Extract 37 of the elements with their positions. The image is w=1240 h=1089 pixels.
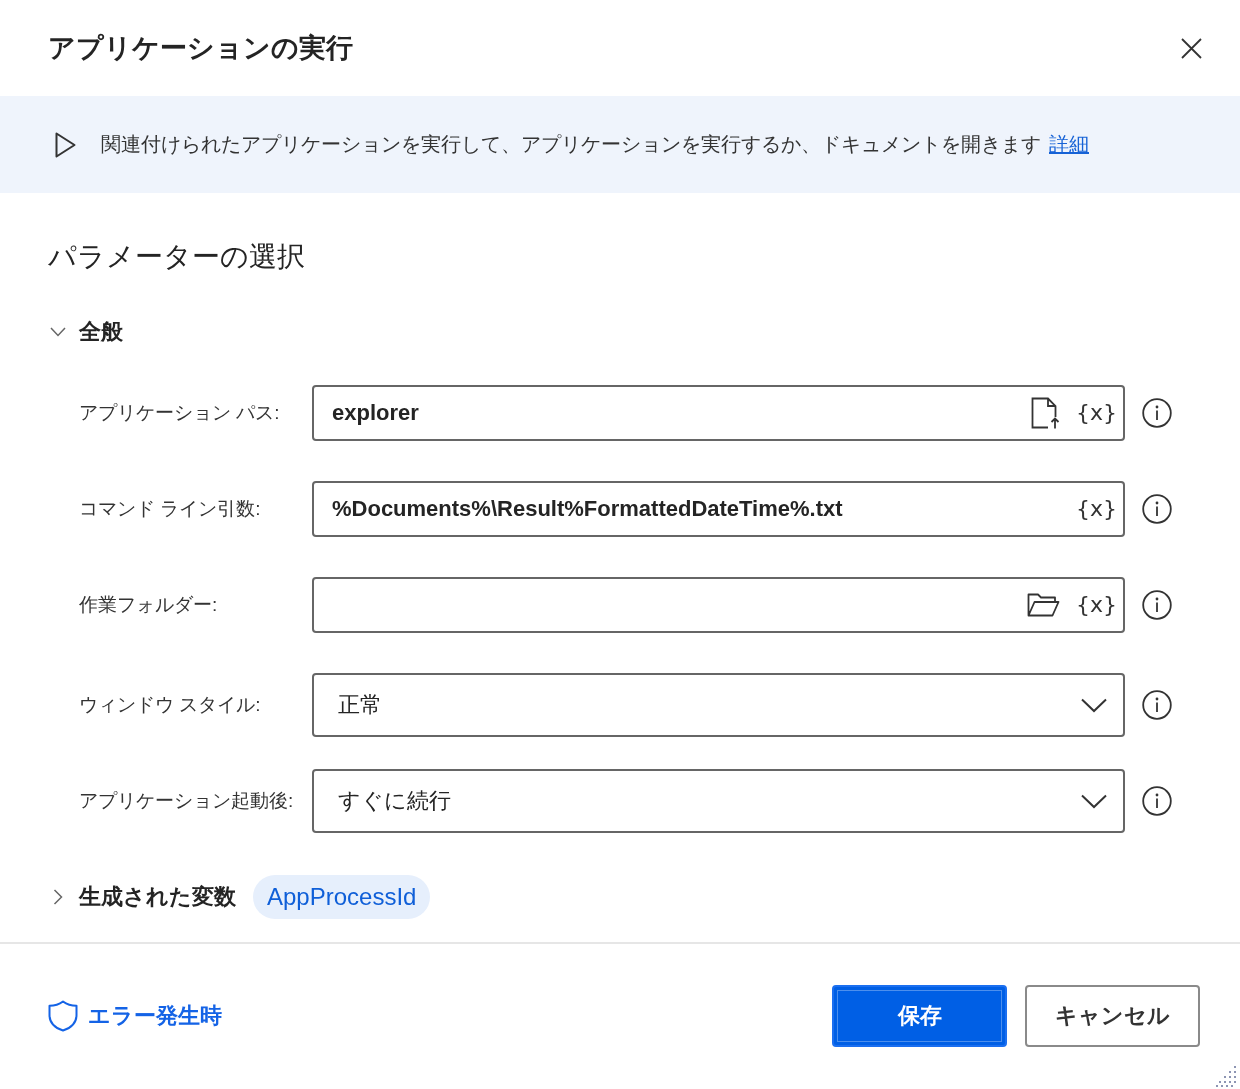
close-icon [1181,37,1202,59]
on-error-link[interactable]: エラー発生時 [48,1000,222,1032]
dialog-title: アプリケーションの実行 [48,32,353,65]
section-toggle[interactable]: 生成された変数 [48,881,236,913]
input-field[interactable]: %Documents%\Result%FormattedDateTime%.txt {x} [312,481,1125,537]
dropdown[interactable]: 正常 [312,673,1125,737]
field-label: アプリケーション起動後: [79,789,295,813]
section-toggle[interactable]: 全般 [48,316,123,348]
input-field[interactable]: explorer {x} [312,385,1125,441]
variable-button[interactable]: {x} [1076,399,1117,427]
field-label: コマンド ライン引数: [79,497,262,521]
info-icon[interactable] [1142,690,1172,720]
variable-button[interactable]: {x} [1076,591,1117,619]
play-icon [55,131,76,158]
field-label: 作業フォルダー: [79,593,219,617]
info-icon[interactable] [1142,494,1172,524]
field-label: ウィンドウ スタイル: [79,693,262,717]
shield-icon [48,1000,78,1032]
resize-grip-icon[interactable] [1215,1065,1237,1087]
folder-icon[interactable] [1027,593,1060,617]
chevron-down-icon [1081,697,1107,713]
banner-text: 関連付けられたアプリケーションを実行して、アプリケーションを実行するか、ドキュメントを開きます [101,132,1041,157]
variable-chip: AppProcessId [253,875,431,919]
info-icon[interactable] [1142,786,1172,816]
field-label: アプリケーション パス: [79,401,281,425]
close-button[interactable] [1181,37,1202,59]
save-button[interactable]: 保存 [832,985,1007,1047]
cancel-button[interactable]: キャンセル [1025,985,1200,1047]
variable-button[interactable]: {x} [1076,495,1117,523]
file-upload-icon[interactable] [1031,397,1060,429]
chevron-down-icon [1081,793,1107,809]
info-icon[interactable] [1142,398,1172,428]
parameters-heading: パラメーターの選択 [48,240,305,274]
input-field[interactable]: {x} [312,577,1125,633]
info-icon[interactable] [1142,590,1172,620]
dropdown[interactable]: すぐに続行 [312,769,1125,833]
details-link[interactable]: 詳細 [1049,131,1089,158]
